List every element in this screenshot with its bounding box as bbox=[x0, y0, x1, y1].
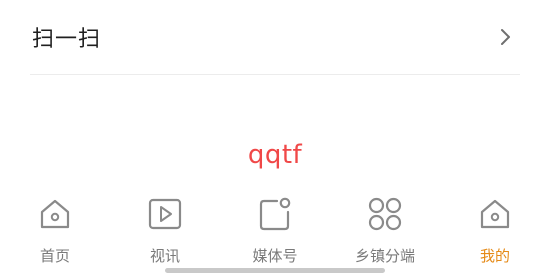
tab-label-active: 我的 bbox=[479, 247, 510, 265]
brand-text: qqtf bbox=[247, 140, 303, 170]
tab-label: 首页 bbox=[39, 247, 70, 265]
home-icon bbox=[35, 188, 75, 234]
home-indicator[interactable] bbox=[165, 268, 385, 273]
tab-media-account[interactable]: 媒体号 bbox=[220, 188, 330, 275]
scan-label: 扫一扫 bbox=[32, 26, 102, 52]
chevron-right-icon bbox=[498, 27, 514, 47]
video-play-icon bbox=[145, 188, 185, 234]
scan-row[interactable]: 扫一扫 bbox=[0, 0, 550, 74]
media-account-icon bbox=[255, 188, 295, 234]
tab-label: 视讯 bbox=[149, 247, 180, 265]
divider bbox=[30, 74, 520, 75]
tab-township[interactable]: 乡镇分端 bbox=[330, 188, 440, 275]
tab-mine[interactable]: 我的 bbox=[440, 188, 550, 275]
home-icon bbox=[475, 188, 515, 234]
bottom-tab-bar: 首页 视讯 媒体号 乡镇分端 我的 bbox=[0, 188, 550, 275]
tab-home[interactable]: 首页 bbox=[0, 188, 110, 275]
grid-apps-icon bbox=[365, 188, 405, 234]
tab-label: 乡镇分端 bbox=[354, 247, 415, 265]
tab-label: 媒体号 bbox=[252, 247, 298, 265]
tab-video[interactable]: 视讯 bbox=[110, 188, 220, 275]
